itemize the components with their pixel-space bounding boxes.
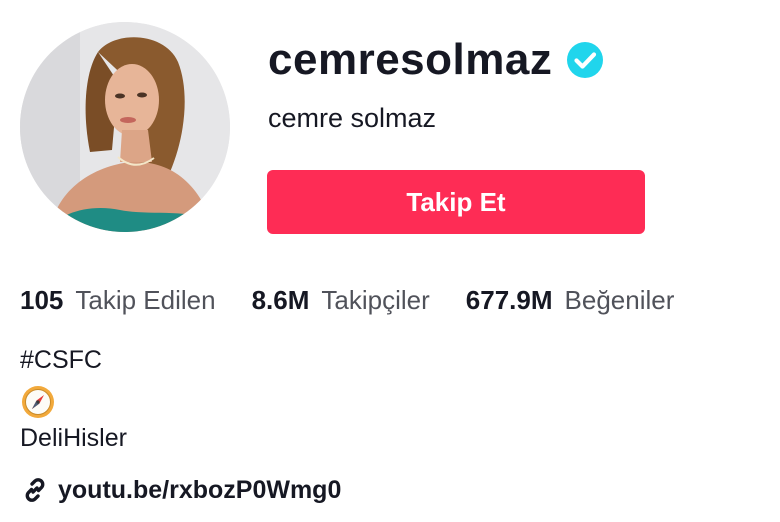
avatar[interactable]	[20, 22, 230, 232]
stat-count: 105	[20, 285, 64, 315]
username-row: cemresolmaz	[268, 30, 604, 90]
bio-line-text: DeliHisler	[20, 424, 127, 452]
nickname: cemre solmaz	[268, 103, 437, 133]
profile-link-text: youtu.be/rxbozP0Wmg0	[58, 476, 342, 504]
profile-stats: 105 Takip Edilen 8.6M Takipçiler 677.9M …	[20, 282, 674, 318]
avatar-photo	[20, 22, 230, 232]
stat-label: Beğeniler	[564, 285, 675, 315]
stat-following[interactable]: 105 Takip Edilen	[20, 282, 216, 318]
stat-count: 677.9M	[465, 285, 553, 315]
profile-link[interactable]: youtu.be/rxbozP0Wmg0	[20, 472, 341, 508]
stat-label: Takipçiler	[321, 285, 430, 315]
verified-badge-icon	[567, 42, 604, 78]
stat-likes: 677.9M Beğeniler	[466, 282, 675, 318]
stat-count: 8.6M	[251, 285, 310, 315]
compass-emoji-icon	[22, 386, 54, 418]
bio-line-hashtag: #CSFC	[20, 346, 102, 374]
link-icon	[25, 478, 45, 502]
stat-label: Takip Edilen	[75, 285, 216, 315]
username: cemresolmaz	[268, 35, 553, 84]
stat-followers[interactable]: 8.6M Takipçiler	[252, 282, 430, 318]
follow-button[interactable]: Takip Et	[267, 170, 645, 234]
